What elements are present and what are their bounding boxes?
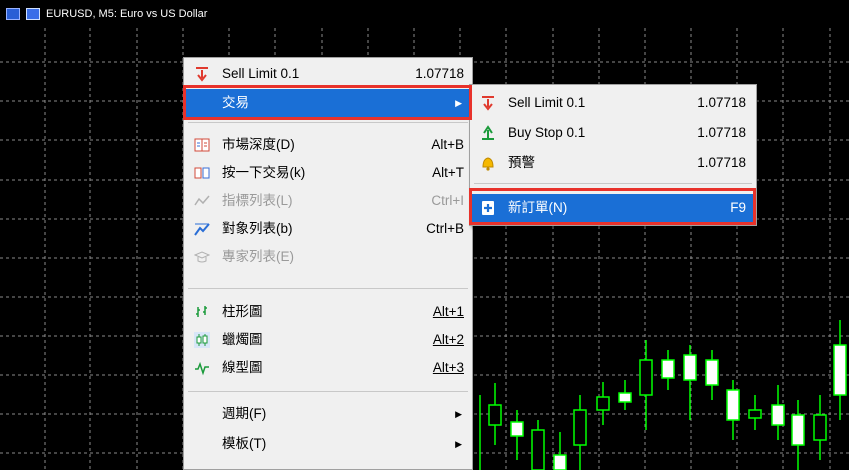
menu-item-one-click-trading[interactable]: 按一下交易(k) Alt+T xyxy=(184,159,472,187)
chart-title-bar: EURUSD, M5: Euro vs US Dollar xyxy=(6,5,207,23)
one-click-trading-icon xyxy=(194,167,210,179)
candle-body xyxy=(618,392,632,403)
menu-item-periodicity[interactable]: 週期(F) ▶ xyxy=(184,400,472,428)
sell-limit-icon xyxy=(196,67,208,82)
candle-body xyxy=(813,414,827,441)
candlesticks xyxy=(479,320,847,470)
new-order-icon xyxy=(482,201,494,215)
candle-body xyxy=(726,389,740,421)
submenu-arrow-icon: ▶ xyxy=(455,409,462,419)
menu-item-trading[interactable]: 交易 ▶ xyxy=(184,89,472,117)
chart-context-menu: Sell Limit 0.1 1.07718 交易 ▶ 市場深度(D) Alt+… xyxy=(183,57,473,470)
objects-list-icon xyxy=(194,223,210,236)
sell-limit-icon xyxy=(482,96,494,111)
submenu-arrow-icon: ▶ xyxy=(455,98,462,108)
candle-body xyxy=(661,359,675,379)
submenu-item-alert[interactable]: 預警 1.07718 xyxy=(470,149,756,177)
submenu-item-new-order[interactable]: 新訂單(N) F9 xyxy=(470,194,756,222)
candle-body xyxy=(748,409,762,419)
menu-item-line-chart[interactable]: 線型圖 Alt+3 xyxy=(184,354,472,382)
candle-body xyxy=(791,414,805,446)
menu-item-bar-chart[interactable]: 柱形圖 Alt+1 xyxy=(184,298,472,326)
chart-title: EURUSD, M5: Euro vs US Dollar xyxy=(46,8,208,20)
menu-item-template[interactable]: 模板(T) ▶ xyxy=(184,430,472,458)
menu-item-depth-of-market[interactable]: 市場深度(D) Alt+B xyxy=(184,131,472,159)
candle-body xyxy=(488,404,502,426)
menu-item-indicators-list[interactable]: 指標列表(L) Ctrl+I xyxy=(184,187,472,215)
candle-body xyxy=(771,404,785,426)
menu-separator xyxy=(188,288,468,289)
menu-item-sell-limit[interactable]: Sell Limit 0.1 1.07718 xyxy=(184,60,472,88)
chart-window-icon xyxy=(6,8,20,20)
candle-body xyxy=(553,454,567,470)
candle-body xyxy=(639,359,653,396)
candle-body xyxy=(573,409,587,446)
trading-submenu: Sell Limit 0.1 1.07718 Buy Stop 0.1 1.07… xyxy=(469,84,757,226)
candlestick-icon xyxy=(194,332,210,348)
menu-item-objects-list[interactable]: 對象列表(b) Ctrl+B xyxy=(184,215,472,243)
line-chart-icon xyxy=(195,361,209,376)
candle-body xyxy=(596,396,610,411)
candle-body xyxy=(510,421,524,437)
bar-chart-icon xyxy=(196,306,207,317)
indicators-list-icon xyxy=(194,195,210,206)
submenu-item-sell-limit[interactable]: Sell Limit 0.1 1.07718 xyxy=(470,89,756,117)
menu-separator xyxy=(474,183,752,184)
symbol-icon xyxy=(26,8,40,20)
menu-item-experts-list[interactable]: 專家列表(E) xyxy=(184,243,472,271)
candle-body xyxy=(531,429,545,470)
submenu-item-buy-stop[interactable]: Buy Stop 0.1 1.07718 xyxy=(470,119,756,147)
depth-of-market-icon xyxy=(194,138,210,152)
menu-separator xyxy=(188,391,468,392)
candle-body xyxy=(833,344,847,396)
menu-separator xyxy=(188,122,468,123)
submenu-arrow-icon: ▶ xyxy=(455,439,462,449)
alert-bell-icon xyxy=(482,157,494,171)
candle-body xyxy=(705,359,719,386)
candle-body xyxy=(683,354,697,381)
experts-list-icon xyxy=(194,251,210,263)
buy-stop-icon xyxy=(482,125,494,140)
menu-item-candlestick[interactable]: 蠟燭圖 Alt+2 xyxy=(184,326,472,354)
